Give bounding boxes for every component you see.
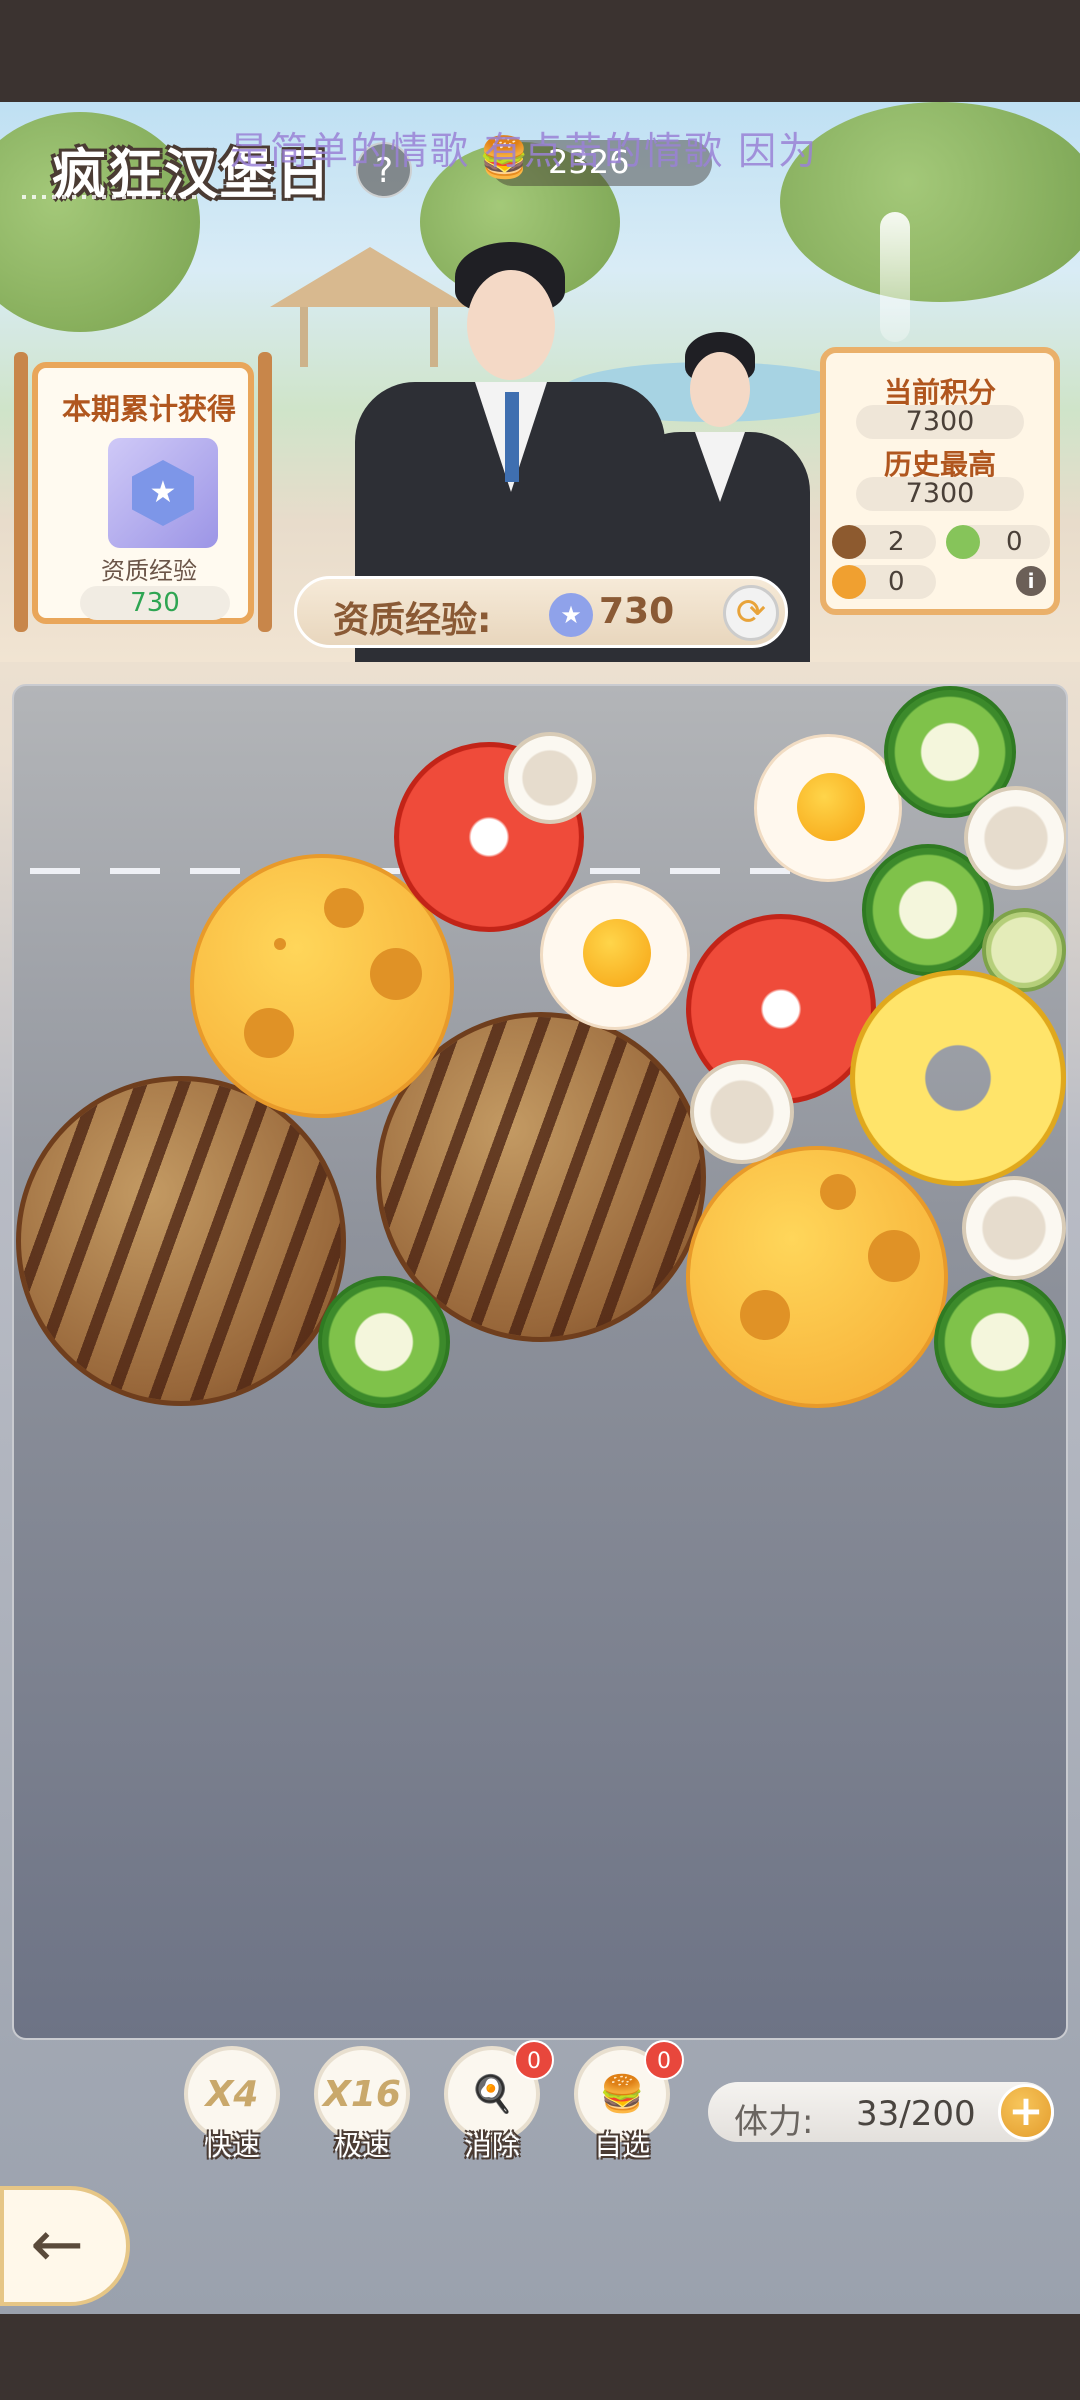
pepper-piece <box>318 1276 450 1408</box>
stamina-label: 体力: <box>734 2102 814 2142</box>
qualification-star-icon: ★ <box>549 593 593 637</box>
bottom-strip <box>0 2314 1080 2400</box>
lettuce-icon <box>946 525 980 559</box>
orange-icon <box>832 565 866 599</box>
best-score-value: 7300 <box>856 477 1024 511</box>
egg-piece <box>754 734 902 882</box>
mushroom-piece <box>962 1176 1066 1280</box>
patty-icon <box>832 525 866 559</box>
period-reward-title: 本期累计获得 <box>61 392 236 426</box>
speed-x4-label: 快速 <box>203 2129 260 2162</box>
xp-value: 730 <box>599 591 675 632</box>
speed-x16-label: 极速 <box>333 2129 390 2162</box>
add-stamina-button[interactable]: + <box>998 2084 1054 2140</box>
patty-count: 2 <box>888 527 905 557</box>
refresh-button[interactable]: ⟳ <box>723 585 779 641</box>
back-button[interactable]: ← <box>0 2186 130 2306</box>
fountain <box>880 212 910 342</box>
current-score-value: 7300 <box>856 405 1024 439</box>
period-reward-panel: 本期累计获得 ★ 资质经验 730 <box>14 352 272 632</box>
sparkle-trail <box>22 195 202 199</box>
score-panel: 当前积分 7300 历史最高 7300 2 0 0 i <box>820 347 1060 615</box>
egg-piece <box>540 880 690 1030</box>
choose-count-badge: 0 <box>644 2040 684 2080</box>
tree-right <box>780 102 1080 302</box>
pepper-piece <box>934 1276 1066 1408</box>
choose-item-label: 自选 <box>593 2129 650 2162</box>
period-reward-label: 资质经验 <box>101 557 197 585</box>
back-arrow-icon: ← <box>30 2208 84 2282</box>
mushroom-piece <box>690 1060 794 1164</box>
remove-count-badge: 0 <box>514 2040 554 2080</box>
period-reward-value: 730 <box>80 586 230 620</box>
remove-item-label: 消除 <box>463 2129 520 2162</box>
info-button[interactable]: i <box>1016 566 1046 596</box>
qualification-xp-bar: 资质经验: ★ 730 ⟳ <box>294 576 788 648</box>
lettuce-count: 0 <box>1006 527 1023 557</box>
pineapple-piece <box>850 970 1066 1186</box>
orange-count: 0 <box>888 567 905 597</box>
scrolling-lyric: 是简单的情歌 有点苦的情歌 因为 <box>230 129 819 173</box>
qualification-badge-icon: ★ <box>108 438 218 548</box>
drop-board[interactable] <box>12 684 1068 2040</box>
mushroom-piece <box>504 732 596 824</box>
top-status-strip <box>0 0 1080 102</box>
mushroom-piece <box>964 786 1066 890</box>
cheese-piece <box>686 1146 948 1408</box>
stamina-value: 33/200 <box>856 2094 976 2134</box>
xp-label: 资质经验: <box>333 600 492 641</box>
patty-piece <box>16 1076 346 1406</box>
